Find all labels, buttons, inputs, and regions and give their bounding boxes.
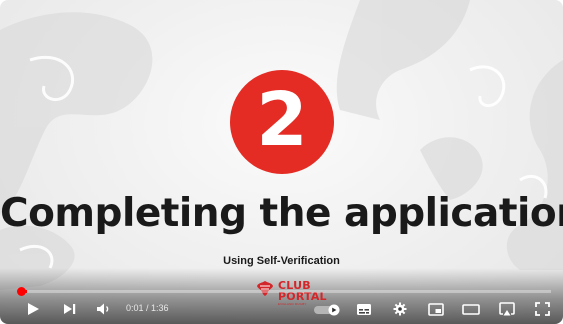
volume-icon[interactable] <box>96 302 113 316</box>
rose-emblem-icon <box>257 281 273 296</box>
fullscreen-icon[interactable] <box>535 302 550 316</box>
progress-bar[interactable] <box>22 290 551 293</box>
autoplay-toggle-icon[interactable] <box>313 304 341 316</box>
skip-next-icon[interactable] <box>63 303 77 315</box>
play-icon[interactable] <box>26 302 40 316</box>
subtitles-icon[interactable] <box>356 303 372 316</box>
video-player[interactable]: 2 Completing the application Using Self-… <box>0 0 563 324</box>
progress-scrubber[interactable] <box>17 287 26 296</box>
miniplayer-icon[interactable] <box>428 303 444 316</box>
gear-icon[interactable] <box>393 302 407 316</box>
step-number: 2 <box>256 77 308 163</box>
time-display: 0:01 / 1:36 <box>126 303 169 313</box>
cast-icon[interactable] <box>498 302 516 317</box>
slide-headline: Completing the application <box>0 191 563 236</box>
theater-mode-icon[interactable] <box>462 304 480 315</box>
club-portal-logo: CLUB PORTAL ENGLAND RUGBY <box>256 280 327 306</box>
slide-subheadline: Using Self-Verification <box>223 255 340 267</box>
step-badge: 2 <box>230 70 334 174</box>
